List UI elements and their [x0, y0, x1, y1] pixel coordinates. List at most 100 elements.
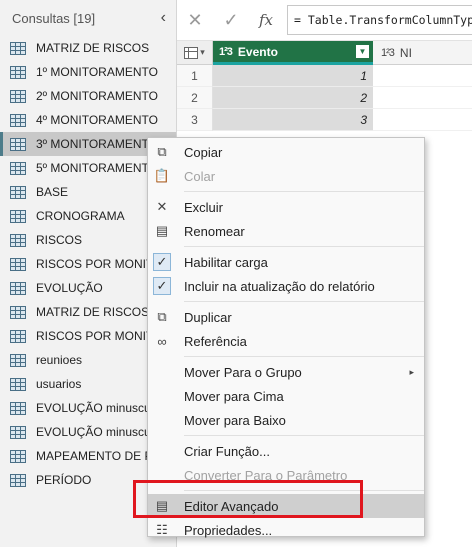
query-item[interactable]: MATRIZ DE RISCOS: [0, 36, 176, 60]
rename-icon: ▤: [155, 223, 169, 238]
query-label: 1º MONITORAMENTO: [36, 65, 158, 79]
menu-item-habilitar-carga[interactable]: ✓ Habilitar carga: [148, 250, 424, 274]
menu-separator: [184, 246, 424, 247]
queries-title: Consultas [19]: [12, 10, 96, 26]
table-icon: [10, 449, 26, 463]
menu-separator: [184, 301, 424, 302]
table-icon: [10, 233, 26, 247]
column-name: Evento: [237, 44, 278, 59]
menu-separator: [184, 191, 424, 192]
cancel-icon[interactable]: ✕: [177, 10, 213, 31]
paste-icon: 📋: [153, 168, 171, 183]
table-row: 11: [177, 65, 472, 87]
copy-icon: ⧉: [157, 144, 167, 159]
table-icon: [10, 137, 26, 151]
table-row: 33: [177, 109, 472, 131]
grid-header: ▾ 1²3 Evento ▼ 1²3 NI: [177, 41, 472, 65]
query-item[interactable]: 2º MONITORAMENTO: [0, 84, 176, 108]
queries-header: Consultas [19] ‹: [0, 0, 176, 36]
menu-item-label: Editor Avançado: [184, 498, 279, 514]
query-label: 4º MONITORAMENTO: [36, 113, 158, 127]
fx-icon[interactable]: fx: [249, 11, 283, 29]
query-item[interactable]: 1º MONITORAMENTO: [0, 60, 176, 84]
menu-item-label: Copiar: [184, 144, 223, 160]
menu-item-mover-para-baixo[interactable]: Mover para Baixo: [148, 408, 424, 432]
reference-icon: ∞: [157, 333, 167, 349]
cell-value[interactable]: 3: [213, 109, 373, 131]
menu-item-label: Mover para Baixo: [184, 412, 286, 428]
menu-item-referencia[interactable]: ∞ Referência: [148, 329, 424, 353]
table-icon: [10, 65, 26, 79]
table-icon: [10, 257, 26, 271]
table-icon: [10, 329, 26, 343]
cell-value[interactable]: 1: [213, 65, 373, 87]
menu-item-mover-para-cima[interactable]: Mover para Cima: [148, 384, 424, 408]
menu-item-label: Duplicar: [184, 309, 232, 325]
number-type-icon[interactable]: 1²3: [219, 46, 233, 58]
table-icon: [10, 161, 26, 175]
table-icon: [10, 353, 26, 367]
table-icon: [10, 185, 26, 199]
properties-icon: ☷: [156, 522, 168, 537]
query-label: RISCOS: [36, 233, 83, 247]
menu-item-label: Mover para Cima: [184, 388, 284, 404]
check-icon: ✓: [153, 277, 171, 295]
query-label: 2º MONITORAMENTO: [36, 89, 158, 103]
table-icon: [10, 41, 26, 55]
formula-input[interactable]: = Table.TransformColumnTypes(: [287, 5, 472, 35]
collapse-panel-icon[interactable]: ‹: [161, 9, 166, 27]
query-label: BASE: [36, 185, 69, 199]
query-label: EVOLUÇÃO: [36, 281, 103, 295]
menu-item-label: Incluir na atualização do relatório: [184, 278, 375, 294]
table-menu-icon[interactable]: ▾: [177, 41, 213, 65]
number-type-icon[interactable]: 1²3: [381, 47, 395, 59]
table-icon: [10, 305, 26, 319]
check-icon: ✓: [153, 253, 171, 271]
menu-item-duplicar[interactable]: ⧉ Duplicar: [148, 305, 424, 329]
delete-icon: ✕: [156, 199, 168, 214]
column-name: NI: [399, 45, 412, 60]
advanced-editor-icon: ▤: [155, 498, 169, 513]
column-filter-dropdown-icon[interactable]: ▼: [356, 45, 369, 58]
query-label: reunioes: [36, 353, 83, 367]
menu-item-colar: 📋 Colar: [148, 164, 424, 188]
column-header-ni[interactable]: 1²3 NI: [373, 41, 472, 65]
query-label: 5º MONITORAMENTO: [36, 161, 158, 175]
query-label: PERÍODO: [36, 473, 92, 487]
table-icon: [10, 89, 26, 103]
query-label: 3º MONITORAMENTO: [36, 137, 158, 151]
table-icon: [10, 281, 26, 295]
menu-item-excluir[interactable]: ✕ Excluir: [148, 195, 424, 219]
menu-item-incluir-atualizacao[interactable]: ✓ Incluir na atualização do relatório: [148, 274, 424, 298]
query-label: MATRIZ DE RISCOS: [36, 41, 150, 55]
menu-separator: [184, 490, 424, 491]
table-icon: [10, 401, 26, 415]
table-row: 22: [177, 87, 472, 109]
column-header-evento[interactable]: 1²3 Evento ▼: [213, 41, 373, 65]
row-number: 1: [177, 65, 213, 87]
query-label: usuarios: [36, 377, 82, 391]
table-icon: [10, 425, 26, 439]
query-label: EVOLUÇÃO minuscula: [36, 401, 161, 415]
menu-item-renomear[interactable]: ▤ Renomear: [148, 219, 424, 243]
query-item[interactable]: 4º MONITORAMENTO: [0, 108, 176, 132]
menu-item-criar-funcao[interactable]: Criar Função...: [148, 439, 424, 463]
menu-item-label: Referência: [184, 333, 247, 349]
table-icon: [10, 209, 26, 223]
table-icon: [10, 377, 26, 391]
commit-check-icon[interactable]: ✓: [213, 10, 249, 31]
cell-value[interactable]: 2: [213, 87, 373, 109]
menu-item-editor-avancado[interactable]: ▤ Editor Avançado: [148, 494, 424, 518]
menu-item-mover-para-grupo[interactable]: Mover Para o Grupo ▸: [148, 360, 424, 384]
menu-item-converter-parametro: Converter Para o Parâmetro: [148, 463, 424, 487]
menu-item-label: Converter Para o Parâmetro: [184, 467, 348, 483]
formula-bar: ✕ ✓ fx = Table.TransformColumnTypes(: [177, 0, 472, 41]
duplicate-icon: ⧉: [157, 309, 167, 324]
menu-item-label: Habilitar carga: [184, 254, 268, 270]
menu-item-label: Mover Para o Grupo: [184, 364, 302, 380]
menu-item-label: Excluir: [184, 199, 224, 215]
menu-item-label: Criar Função...: [184, 443, 270, 459]
menu-item-label: Colar: [184, 168, 216, 184]
menu-item-copiar[interactable]: ⧉ Copiar: [148, 140, 424, 164]
menu-item-propriedades[interactable]: ☷ Propriedades...: [148, 518, 424, 542]
